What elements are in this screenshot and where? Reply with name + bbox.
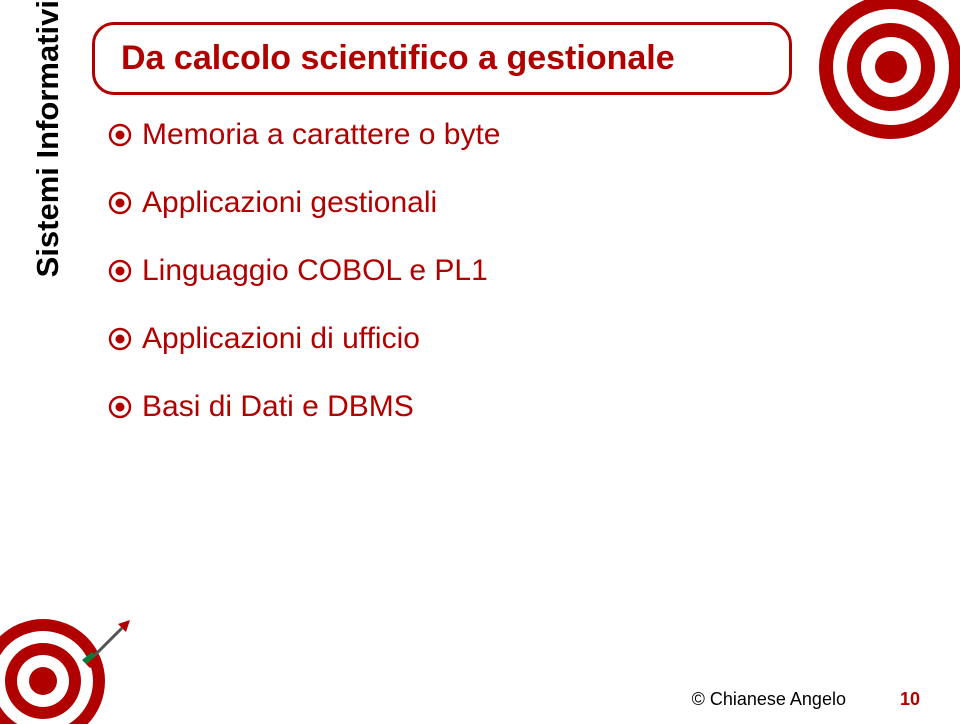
bullet-list: Memoria a carattere o byte Applicazioni … [108,118,848,458]
bullet-icon [108,123,132,147]
bullet-icon [108,259,132,283]
sidebar: Sistemi Informativi [24,0,72,520]
list-item: Applicazioni di ufficio [108,322,848,356]
dart-icon [82,608,142,668]
bullet-icon [108,395,132,419]
list-item: Basi di Dati e DBMS [108,390,848,424]
bullet-icon [108,191,132,215]
bullet-text: Basi di Dati e DBMS [142,390,414,424]
bullet-text: Memoria a carattere o byte [142,118,501,152]
bullet-text: Applicazioni gestionali [142,186,437,220]
bullet-icon [108,327,132,351]
page-title: Da calcolo scientifico a gestionale [121,39,675,77]
list-item: Applicazioni gestionali [108,186,848,220]
footer: © Chianese Angelo 10 [692,689,920,710]
sidebar-title: Sistemi Informativi [30,0,66,277]
slide: Sistemi Informativi Da calcolo scientifi… [0,0,960,724]
bullet-text: Linguaggio COBOL e PL1 [142,254,488,288]
list-item: Linguaggio COBOL e PL1 [108,254,848,288]
title-box: Da calcolo scientifico a gestionale [92,22,792,95]
page-number: 10 [900,689,920,710]
list-item: Memoria a carattere o byte [108,118,848,152]
bullet-text: Applicazioni di ufficio [142,322,420,356]
copyright-text: © Chianese Angelo [692,689,846,710]
